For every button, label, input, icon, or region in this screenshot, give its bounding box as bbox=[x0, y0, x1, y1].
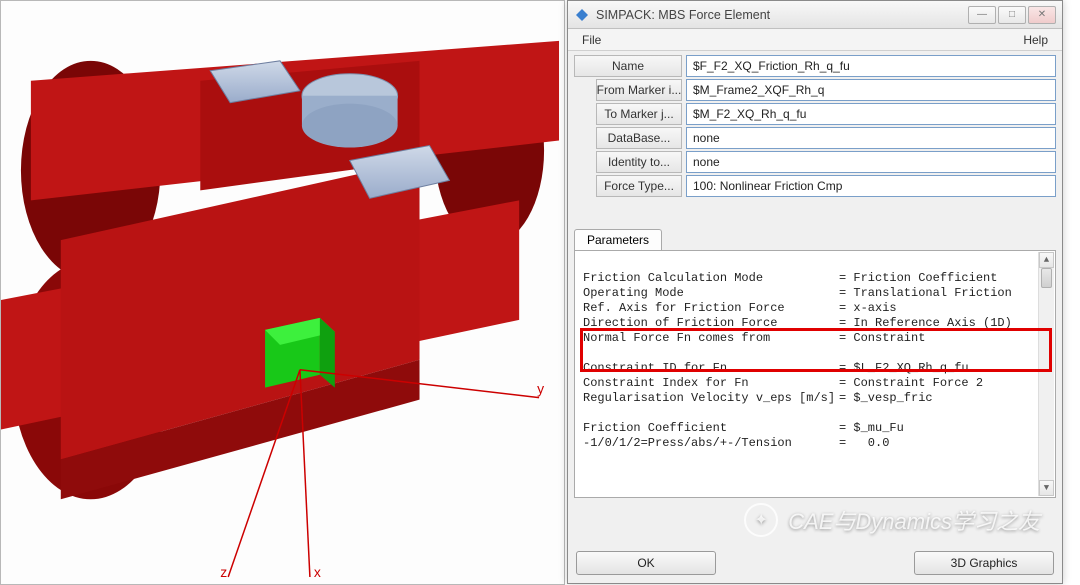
param-l3a: Ref. Axis for Friction Force bbox=[583, 301, 839, 316]
button-bar: OK 3D Graphics bbox=[568, 545, 1062, 583]
menu-help[interactable]: Help bbox=[1017, 31, 1054, 49]
database-button[interactable]: DataBase... bbox=[596, 127, 682, 149]
param-l7a: Constraint Index for Fn bbox=[583, 376, 839, 391]
param-l10a: -1/0/1/2=Press/abs/+-/Tension bbox=[583, 436, 839, 451]
name-field[interactable]: $F_F2_XQ_Friction_Rh_q_fu bbox=[686, 55, 1056, 77]
from-marker-button[interactable]: From Marker i... bbox=[596, 79, 682, 101]
param-l4a: Direction of Friction Force bbox=[583, 316, 839, 331]
parameters-panel[interactable]: Friction Calculation Mode= Friction Coef… bbox=[574, 250, 1056, 498]
param-l3b: = x-axis bbox=[839, 301, 1051, 316]
axis-z-label: z bbox=[220, 564, 227, 580]
close-button[interactable]: ✕ bbox=[1028, 6, 1056, 24]
database-field[interactable]: none bbox=[686, 127, 1056, 149]
param-l6a: Constraint ID for Fn bbox=[583, 361, 839, 376]
param-l5b: = Constraint bbox=[839, 331, 1051, 346]
property-area: Name $F_F2_XQ_Friction_Rh_q_fu From Mark… bbox=[568, 51, 1062, 201]
identity-button[interactable]: Identity to... bbox=[596, 151, 682, 173]
name-label: Name bbox=[574, 55, 682, 77]
param-l9a: Friction Coefficient bbox=[583, 421, 839, 436]
force-element-dialog: SIMPACK: MBS Force Element — □ ✕ File He… bbox=[567, 0, 1063, 584]
param-l2a: Operating Mode bbox=[583, 286, 839, 301]
axis-y-label: y bbox=[537, 381, 544, 397]
param-l5a: Normal Force Fn comes from bbox=[583, 331, 839, 346]
from-marker-field[interactable]: $M_Frame2_XQF_Rh_q bbox=[686, 79, 1056, 101]
to-marker-button[interactable]: To Marker j... bbox=[596, 103, 682, 125]
param-l4b: = In Reference Axis (1D) bbox=[839, 316, 1051, 331]
param-l1b: = Friction Coefficient bbox=[839, 271, 1051, 286]
ok-button[interactable]: OK bbox=[576, 551, 716, 575]
menubar: File Help bbox=[568, 29, 1062, 51]
window-title: SIMPACK: MBS Force Element bbox=[596, 8, 962, 22]
parameters-scrollbar[interactable]: ▲ ▼ bbox=[1038, 252, 1054, 496]
scroll-thumb[interactable] bbox=[1041, 268, 1052, 288]
maximize-button[interactable]: □ bbox=[998, 6, 1026, 24]
param-l1a: Friction Calculation Mode bbox=[583, 271, 839, 286]
scroll-down-icon[interactable]: ▼ bbox=[1039, 480, 1054, 496]
app-icon bbox=[574, 7, 590, 23]
param-l9b: = $_mu_Fu bbox=[839, 421, 1051, 436]
param-l10b: = 0.0 bbox=[839, 436, 1051, 451]
to-marker-field[interactable]: $M_F2_XQ_Rh_q_fu bbox=[686, 103, 1056, 125]
force-type-button[interactable]: Force Type... bbox=[596, 175, 682, 197]
param-l8b: = $_vesp_fric bbox=[839, 391, 1051, 406]
axis-x-label: x bbox=[314, 564, 321, 580]
3d-viewport[interactable]: y x z bbox=[0, 0, 565, 585]
param-l2b: = Translational Friction bbox=[839, 286, 1051, 301]
force-type-field[interactable]: 100: Nonlinear Friction Cmp bbox=[686, 175, 1056, 197]
param-l8a: Regularisation Velocity v_eps [m/s] bbox=[583, 391, 839, 406]
tab-parameters[interactable]: Parameters bbox=[574, 229, 662, 250]
titlebar[interactable]: SIMPACK: MBS Force Element — □ ✕ bbox=[568, 1, 1062, 29]
minimize-button[interactable]: — bbox=[968, 6, 996, 24]
tabstrip: Parameters bbox=[574, 229, 1056, 250]
param-l6b: = $L_F2_XQ_Rh_q_fu bbox=[839, 361, 1051, 376]
scroll-up-icon[interactable]: ▲ bbox=[1039, 252, 1054, 268]
identity-field[interactable]: none bbox=[686, 151, 1056, 173]
param-l7b: = Constraint Force 2 bbox=[839, 376, 1051, 391]
menu-file[interactable]: File bbox=[576, 31, 607, 49]
3d-graphics-button[interactable]: 3D Graphics bbox=[914, 551, 1054, 575]
